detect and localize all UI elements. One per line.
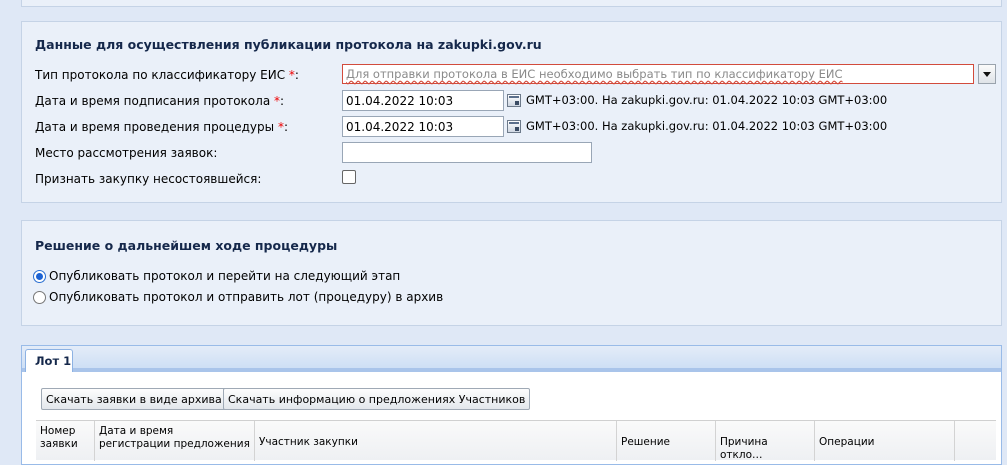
column-date[interactable]: Дата и время регистрации предложения [95,421,255,461]
decision-option-archive[interactable]: Опубликовать протокол и отправить лот (п… [33,290,443,304]
column-operations[interactable]: Операции [815,421,955,461]
chevron-down-icon[interactable] [978,64,996,84]
procedure-date-timezone: GMT+03:00. На zakupki.gov.ru: 01.04.2022… [526,119,888,133]
column-participant[interactable]: Участник закупки [255,421,617,461]
tab-lot-1[interactable]: Лот 1 [25,349,73,372]
lot-panel: Лот 1 Скачать заявки в виде архива Скача… [21,345,1002,465]
radio-icon[interactable] [33,290,46,304]
sign-date-label: Дата и время подписания протокола *: [35,94,285,108]
column-number[interactable]: Номер заявки [36,421,95,461]
protocol-type-combo[interactable]: Для отправки протокола в ЕИС необходимо … [342,64,974,84]
publication-title: Данные для осуществления публикации прот… [35,37,542,52]
failed-label: Признать закупку несостоявшейся: [35,172,262,186]
column-spacer [955,421,996,461]
failed-checkbox[interactable] [342,170,356,184]
protocol-type-placeholder: Для отправки протокола в ЕИС необходимо … [346,67,843,81]
tab-strip: Лот 1 [22,346,1001,372]
column-decision[interactable]: Решение [617,421,716,461]
sign-date-timezone: GMT+03:00. На zakupki.gov.ru: 01.04.2022… [526,93,888,107]
procedure-date-input[interactable]: 01.04.2022 10:03 [342,116,504,137]
sign-date-input[interactable]: 01.04.2022 10:03 [342,90,504,111]
decision-panel: Решение о дальнейшем ходе процедуры Опуб… [21,220,1002,326]
decision-option-next[interactable]: Опубликовать протокол и перейти на следу… [33,269,400,283]
place-input[interactable] [342,142,592,163]
calendar-icon[interactable] [507,94,521,107]
procedure-date-label: Дата и время проведения процедуры *: [35,120,288,134]
decision-title: Решение о дальнейшем ходе процедуры [35,238,338,253]
calendar-icon[interactable] [507,120,521,133]
grid-header: Номер заявки Дата и время регистрации пред… [36,420,996,461]
place-label: Место рассмотрения заявок: [35,146,218,160]
protocol-type-label: Тип протокола по классификатору ЕИС *: [35,68,299,82]
column-reason[interactable]: Причина откло… [716,421,815,461]
radio-selected-icon[interactable] [33,269,46,283]
download-info-button[interactable]: Скачать информацию о предложениях Участн… [223,388,531,410]
publication-panel: Данные для осуществления публикации прот… [21,21,1002,203]
download-archive-button[interactable]: Скачать заявки в виде архива [41,388,236,410]
top-panel [21,0,1002,7]
